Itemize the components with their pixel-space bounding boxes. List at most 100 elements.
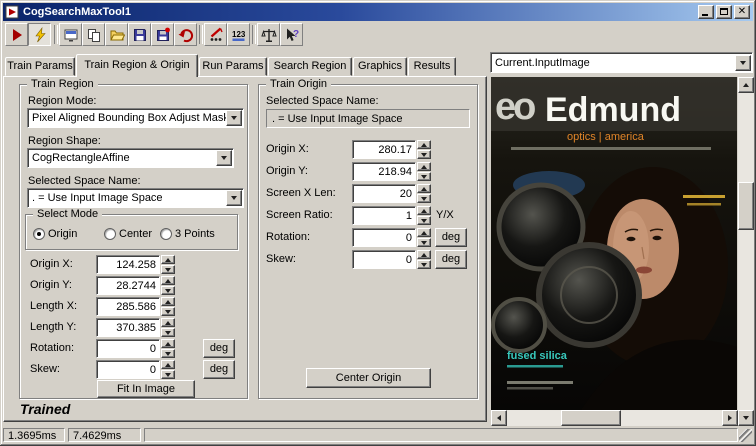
chevron-down-icon[interactable] — [226, 190, 242, 206]
screen-x-len-input[interactable]: 20 — [352, 184, 416, 203]
region-origin-x-input[interactable]: 124.258 — [96, 255, 160, 274]
spin-up-button[interactable] — [417, 184, 431, 193]
spin-up-button[interactable] — [161, 297, 175, 306]
scroll-down-button[interactable] — [738, 410, 754, 426]
image-horizontal-scrollbar[interactable] — [491, 410, 738, 426]
region-length-x-spinner[interactable]: 285.586 — [96, 297, 175, 316]
spin-up-button[interactable] — [161, 339, 175, 348]
numeric-button[interactable]: 123 — [227, 23, 250, 46]
chevron-down-icon[interactable] — [226, 110, 242, 126]
region-rotation-input[interactable]: 0 — [96, 339, 160, 358]
spin-down-button[interactable] — [417, 238, 431, 247]
spin-down-button[interactable] — [417, 172, 431, 181]
origin-skew-deg-button[interactable]: deg — [435, 250, 467, 269]
resize-grip[interactable] — [739, 429, 752, 442]
region-origin-x-spinner[interactable]: 124.258 — [96, 255, 175, 274]
region-mode-select[interactable]: Pixel Aligned Bounding Box Adjust Mask — [27, 108, 244, 128]
origin-y-spinner[interactable]: 218.94 — [352, 162, 431, 181]
screen-ratio-spinner[interactable]: 1 — [352, 206, 431, 225]
spin-down-button[interactable] — [417, 216, 431, 225]
origin-x-spinner[interactable]: 280.17 — [352, 140, 431, 159]
spin-down-button[interactable] — [161, 307, 175, 316]
region-length-y-spinner[interactable]: 370.385 — [96, 318, 175, 337]
chevron-down-icon[interactable] — [216, 150, 232, 166]
title-bar[interactable]: CogSearchMaxTool1 ✕ — [3, 3, 753, 21]
tab-results[interactable]: Results — [408, 57, 456, 76]
region-origin-y-input[interactable]: 28.2744 — [96, 276, 160, 295]
origin-rotation-spinner[interactable]: 0 — [352, 228, 431, 247]
region-skew-deg-button[interactable]: deg — [203, 360, 235, 379]
spin-up-button[interactable] — [417, 250, 431, 259]
scroll-up-button[interactable] — [738, 77, 754, 93]
spin-down-button[interactable] — [161, 328, 175, 337]
origin-rotation-deg-button[interactable]: deg — [435, 228, 467, 247]
radio-origin[interactable] — [33, 228, 45, 240]
center-origin-button[interactable]: Center Origin — [306, 368, 431, 388]
radio-center[interactable] — [104, 228, 116, 240]
input-image-display[interactable]: eo Edmund optics | america fused silica — [491, 77, 737, 410]
spin-up-button[interactable] — [161, 318, 175, 327]
spin-down-button[interactable] — [161, 265, 175, 274]
copy-button[interactable] — [82, 23, 105, 46]
scroll-right-button[interactable] — [722, 410, 738, 426]
region-skew-input[interactable]: 0 — [96, 360, 160, 379]
radio-3-points-label[interactable]: 3 Points — [175, 228, 215, 241]
region-length-x-input[interactable]: 285.586 — [96, 297, 160, 316]
screen-ratio-input[interactable]: 1 — [352, 206, 416, 225]
origin-skew-spinner[interactable]: 0 — [352, 250, 431, 269]
tab-search-region[interactable]: Search Region — [268, 57, 352, 76]
spin-up-button[interactable] — [417, 162, 431, 171]
chevron-down-icon[interactable] — [735, 54, 751, 71]
horizontal-scroll-thumb[interactable] — [561, 410, 621, 426]
vertical-scroll-thumb[interactable] — [738, 182, 754, 230]
region-rotation-deg-button[interactable]: deg — [203, 339, 235, 358]
save-button[interactable] — [128, 23, 151, 46]
screen-x-len-spinner[interactable]: 20 — [352, 184, 431, 203]
spin-up-button[interactable] — [417, 140, 431, 149]
origin-y-input[interactable]: 218.94 — [352, 162, 416, 181]
origin-x-input[interactable]: 280.17 — [352, 140, 416, 159]
tab-run-params[interactable]: Run Params — [199, 57, 267, 76]
help-button[interactable]: ? — [280, 23, 303, 46]
probe-button[interactable] — [204, 23, 227, 46]
spin-down-button[interactable] — [417, 260, 431, 269]
tab-graphics[interactable]: Graphics — [353, 57, 407, 76]
spin-up-button[interactable] — [417, 206, 431, 215]
tab-train-params[interactable]: Train Params — [5, 57, 75, 76]
region-space-select[interactable]: . = Use Input Image Space — [27, 188, 244, 208]
spin-down-button[interactable] — [417, 194, 431, 203]
electrode-button[interactable] — [28, 23, 51, 46]
balance-button[interactable] — [257, 23, 280, 46]
spin-up-button[interactable] — [161, 255, 175, 264]
image-display-button[interactable] — [59, 23, 82, 46]
image-vertical-scrollbar[interactable] — [738, 77, 754, 426]
radio-3-points[interactable] — [160, 228, 172, 240]
image-selector-combo[interactable]: Current.InputImage — [490, 52, 753, 73]
region-origin-y-spinner[interactable]: 28.2744 — [96, 276, 175, 295]
region-rotation-spinner[interactable]: 0 — [96, 339, 175, 358]
origin-rotation-input[interactable]: 0 — [352, 228, 416, 247]
spin-down-button[interactable] — [161, 370, 175, 379]
spin-down-button[interactable] — [161, 286, 175, 295]
radio-center-label[interactable]: Center — [119, 228, 152, 241]
open-button[interactable] — [105, 23, 128, 46]
spin-down-button[interactable] — [161, 349, 175, 358]
spin-up-button[interactable] — [417, 228, 431, 237]
undo-button[interactable] — [174, 23, 197, 46]
maximize-button[interactable] — [716, 5, 732, 19]
radio-origin-label[interactable]: Origin — [48, 228, 77, 241]
fit-in-image-button[interactable]: Fit In Image — [97, 380, 195, 398]
scroll-left-button[interactable] — [491, 410, 507, 426]
minimize-button[interactable] — [698, 5, 714, 19]
origin-skew-input[interactable]: 0 — [352, 250, 416, 269]
spin-down-button[interactable] — [417, 150, 431, 159]
close-button[interactable]: ✕ — [734, 5, 750, 19]
region-length-y-input[interactable]: 370.385 — [96, 318, 160, 337]
save-image-button[interactable] — [151, 23, 174, 46]
tab-train-region-origin[interactable]: Train Region & Origin — [76, 54, 198, 77]
spin-up-button[interactable] — [161, 276, 175, 285]
run-button[interactable] — [5, 23, 28, 46]
region-skew-spinner[interactable]: 0 — [96, 360, 175, 379]
spin-up-button[interactable] — [161, 360, 175, 369]
region-shape-select[interactable]: CogRectangleAffine — [27, 148, 234, 168]
